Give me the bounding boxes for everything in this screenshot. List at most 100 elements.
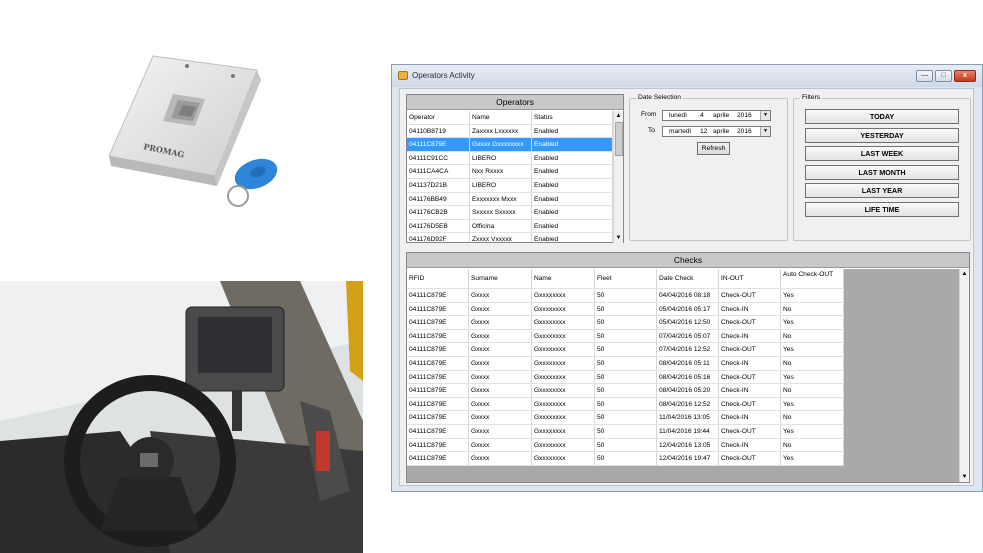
check-cell: No [781, 357, 844, 370]
column-header-2[interactable]: Name [532, 269, 595, 288]
filter-life-time-button[interactable]: LIFE TIME [805, 202, 959, 217]
check-row[interactable]: 04111C879E Gxxxx Gxxxxxxxx 50 07/04/2016 12:… [407, 343, 844, 357]
checks-scrollbar[interactable]: ▲ ▼ [959, 269, 969, 482]
scrollbar-thumb[interactable] [615, 122, 623, 156]
check-cell: Yes [781, 452, 844, 465]
from-weekday: lunedì [669, 112, 687, 119]
check-row[interactable]: 04111C879E Gxxxx Gxxxxxxxx 50 12/04/2016 19:… [407, 452, 844, 466]
check-cell: 50 [595, 302, 657, 316]
check-cell: 50 [595, 425, 657, 438]
check-row[interactable]: 04111C879E Gxxxx Gxxxxxxxx 50 08/04/2016 05:… [407, 357, 844, 371]
operator-row[interactable]: 041176CB2B Sxxxxx Sxxxxx Enabled [407, 206, 613, 220]
scroll-down-icon[interactable]: ▼ [614, 233, 623, 243]
operator-row[interactable]: 041137D21B LIBERO Enabled [407, 179, 613, 193]
check-row[interactable]: 04111C879E Gxxxx Gxxxxxxxx 50 05/04/2016 05:… [407, 302, 844, 317]
check-cell: Check-OUT [719, 289, 781, 302]
operator-row[interactable]: 041176D92F Zxxxx Vxxxxx Enabled [407, 233, 613, 242]
check-cell: Gxxxx [469, 425, 532, 438]
check-cell: Gxxxxxxxx [532, 411, 595, 424]
scroll-up-icon[interactable]: ▲ [614, 111, 623, 121]
column-header-0[interactable]: Operator [407, 111, 470, 124]
to-day: 12 [700, 128, 708, 135]
operator-cell: Enabled [532, 179, 613, 192]
filter-last-week-button[interactable]: LAST WEEK [805, 146, 959, 162]
filter-last-year-button[interactable]: LAST YEAR [805, 183, 959, 199]
check-cell: 04111C879E [407, 329, 469, 343]
operator-cell: Enabled [532, 138, 613, 151]
check-cell: Gxxxxxxxx [532, 329, 595, 343]
filter-last-month-button[interactable]: LAST MONTH [805, 164, 959, 180]
check-cell: 08/04/2016 05:11 [657, 357, 719, 370]
filter-yesterday-button[interactable]: YESTERDAY [805, 127, 959, 143]
scroll-down-icon[interactable]: ▼ [960, 472, 969, 482]
operators-scrollbar[interactable]: ▲ ▼ [613, 111, 623, 243]
column-header-3[interactable]: Fleet [595, 269, 657, 288]
check-cell: 04111C879E [407, 302, 469, 316]
to-date-picker[interactable]: martedì 12 aprile 2016 ▼ [662, 126, 771, 137]
column-header-0[interactable]: RFID [407, 269, 469, 288]
check-cell: Yes [781, 425, 844, 438]
column-header-2[interactable]: Status [532, 111, 613, 124]
check-cell: Check-IN [719, 329, 781, 343]
date-selection-legend: Date Selection [636, 94, 683, 101]
chevron-down-icon[interactable]: ▼ [760, 127, 770, 136]
check-cell: 04111C879E [407, 452, 469, 465]
check-cell: Check-IN [719, 411, 781, 424]
check-cell: No [781, 411, 844, 424]
from-date-picker[interactable]: lunedì 4 aprile 2016 ▼ [662, 110, 771, 121]
check-cell: Check-OUT [719, 425, 781, 438]
close-button[interactable]: x [954, 70, 976, 82]
maximize-button[interactable]: □ [935, 70, 952, 82]
checks-column-header: RFID Surname Name Fleet Date Check IN-OUT Auto… [407, 269, 844, 289]
operator-row[interactable]: 04111C91CC LIBERO Enabled [407, 151, 613, 166]
check-cell: Gxxxxxxxx [532, 370, 595, 384]
from-year: 2016 [737, 112, 752, 119]
check-row[interactable]: 04111C879E Gxxxx Gxxxxxxxx 50 08/04/2016 12:… [407, 397, 844, 412]
check-cell: Gxxxxxxxx [532, 397, 595, 411]
operator-row[interactable]: 04111CA4CA Nxx Rxxxx Enabled [407, 165, 613, 179]
column-header-4[interactable]: Date Check [657, 269, 719, 288]
operator-row[interactable]: 041176D5EB Officina Enabled [407, 219, 613, 234]
check-cell: Gxxxxxxxx [532, 452, 595, 465]
column-header-1[interactable]: Surname [469, 269, 532, 288]
check-cell: Gxxxx [469, 329, 532, 343]
check-cell: Gxxxx [469, 316, 532, 329]
column-header-5[interactable]: IN-OUT [719, 269, 781, 288]
operator-cell: Exxxxxxx Mxxx [470, 192, 532, 206]
check-cell: 04111C879E [407, 438, 469, 452]
operator-cell: Gxxxx Gxxxxxxxx [470, 138, 532, 151]
check-row[interactable]: 04111C879E Gxxxx Gxxxxxxxx 50 08/04/2016 05:… [407, 384, 844, 398]
check-cell: 11/04/2016 19:44 [657, 425, 719, 438]
operator-row[interactable]: 04110B8719 Zaxxxx Lxxxxxx Enabled [407, 124, 613, 139]
operators-grid-body: Operator Name Status 04110B8719 Zaxxxx Lxxxx… [407, 111, 613, 242]
check-row[interactable]: 04111C879E Gxxxx Gxxxxxxxx 50 04/04/2016 08:… [407, 289, 844, 303]
operator-cell: Enabled [532, 165, 613, 178]
client-area: Operators Operator Name Status 04110B8719 Za… [399, 88, 974, 486]
column-header-6[interactable]: Auto Check-OUT [781, 269, 844, 288]
check-cell: 50 [595, 384, 657, 397]
operator-cell: LIBERO [470, 179, 532, 192]
check-row[interactable]: 04111C879E Gxxxx Gxxxxxxxx 50 11/04/2016 13:… [407, 411, 844, 425]
check-row[interactable]: 04111C879E Gxxxx Gxxxxxxxx 50 12/04/2016 13:… [407, 438, 844, 453]
check-cell: Gxxxx [469, 289, 532, 302]
check-cell: Check-OUT [719, 397, 781, 411]
check-cell: Check-IN [719, 384, 781, 397]
minimize-button[interactable]: — [916, 70, 933, 82]
scroll-up-icon[interactable]: ▲ [960, 269, 969, 279]
check-cell: Gxxxxxxxx [532, 438, 595, 452]
checks-grid-body: RFID Surname Name Fleet Date Check IN-OUT Auto… [407, 269, 960, 482]
check-row[interactable]: 04111C879E Gxxxx Gxxxxxxxx 50 08/04/2016 05:… [407, 370, 844, 385]
operator-row[interactable]: 041176BB49 Exxxxxxx Mxxx Enabled [407, 192, 613, 207]
check-row[interactable]: 04111C879E Gxxxx Gxxxxxxxx 50 05/04/2016 12:… [407, 316, 844, 330]
check-cell: 05/04/2016 05:17 [657, 302, 719, 316]
check-cell: 08/04/2016 05:16 [657, 370, 719, 384]
check-row[interactable]: 04111C879E Gxxxx Gxxxxxxxx 50 07/04/2016 05:… [407, 329, 844, 344]
filter-today-button[interactable]: TODAY [805, 109, 959, 124]
chevron-down-icon[interactable]: ▼ [760, 111, 770, 120]
refresh-button[interactable]: Refresh [697, 142, 730, 155]
check-cell: Check-IN [719, 357, 781, 370]
check-cell: Gxxxx [469, 438, 532, 452]
check-row[interactable]: 04111C879E Gxxxx Gxxxxxxxx 50 11/04/2016 19:… [407, 425, 844, 439]
operator-row[interactable]: 04111C879E Gxxxx Gxxxxxxxx Enabled [407, 138, 613, 152]
column-header-1[interactable]: Name [470, 111, 532, 124]
